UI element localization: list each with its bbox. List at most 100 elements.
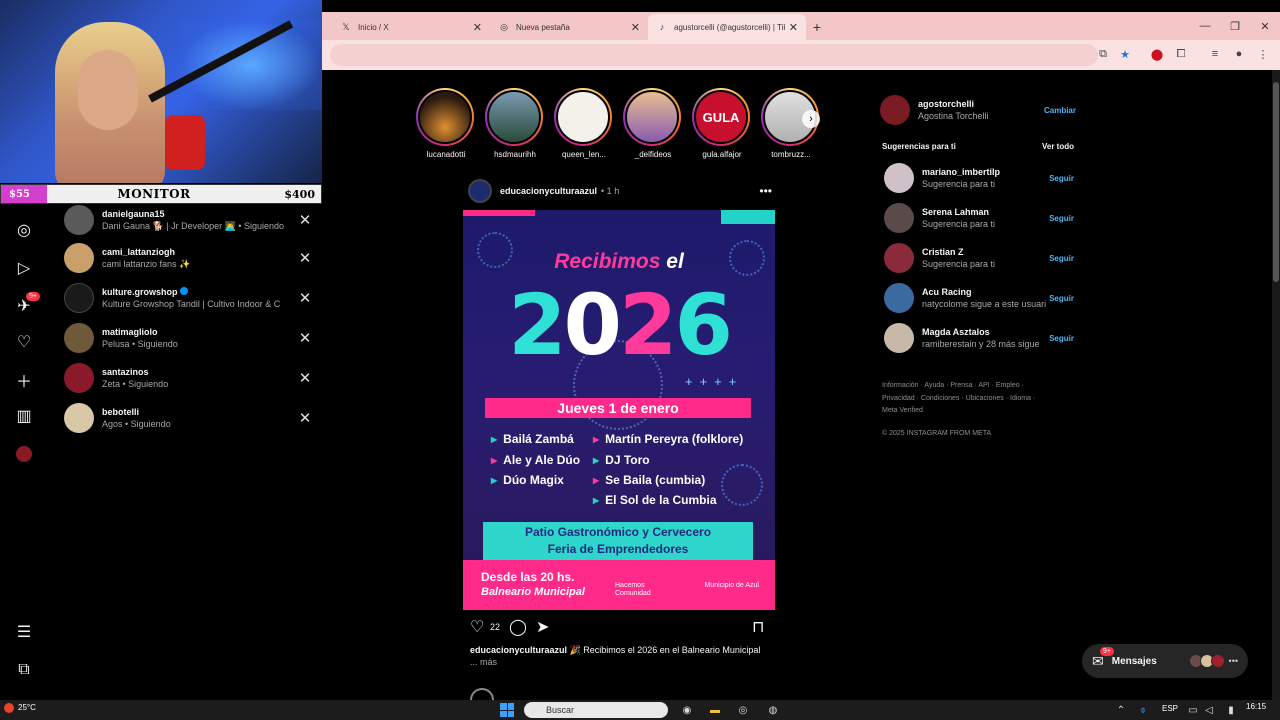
story-item[interactable]: hsdmaurihh	[485, 88, 545, 159]
weather-icon[interactable]	[4, 703, 14, 713]
battery-icon[interactable]: ▮	[1224, 703, 1238, 717]
recent-item[interactable]: cami_lattanziogh cami lattanzio fans ✨ ✕	[64, 242, 320, 274]
browser-menu-icon[interactable]: ⋮	[1256, 47, 1270, 61]
suggestion-avatar[interactable]	[884, 243, 914, 273]
dashboard-icon[interactable]: ▥	[14, 406, 34, 426]
recent-item[interactable]: danielgauna15 Dani Gauna 🐕 | Jr Developer…	[64, 204, 320, 236]
recent-item[interactable]: santazinos Zeta • Siguiendo ✕	[64, 362, 320, 394]
remove-recent-icon[interactable]: ✕	[298, 369, 312, 387]
explore-compass-icon[interactable]: ◎	[14, 220, 34, 240]
footer-links[interactable]: Información · Ayuda · Prensa · API · Emp…	[882, 380, 1072, 418]
suggestion-username[interactable]: Magda Asztalos	[922, 327, 1049, 337]
caption-text: 🎉 Recibimos el 2026 en el Balneario Muni…	[567, 645, 761, 655]
close-tab-icon[interactable]: ✕	[631, 21, 640, 34]
footer-line[interactable]: Meta Verified	[882, 405, 1072, 418]
suggestion-avatar[interactable]	[884, 163, 914, 193]
story-item[interactable]: GULA gula.alfajor	[692, 88, 752, 159]
post-author[interactable]: educacionyculturaazul	[500, 186, 597, 196]
opera-extension-icon[interactable]: ⬤	[1150, 47, 1164, 61]
story-item[interactable]: queen_len...	[554, 88, 614, 159]
see-all-link[interactable]: Ver todo	[1042, 142, 1074, 151]
like-heart-icon[interactable]: ♡	[470, 617, 484, 637]
recent-username: santazinos	[102, 367, 149, 377]
chrome-icon[interactable]: ◉	[680, 703, 694, 717]
clock-time[interactable]: 16:15	[1246, 702, 1266, 711]
taskbar-search[interactable]: Buscar	[524, 702, 668, 718]
minimize-icon[interactable]: —	[1190, 12, 1220, 40]
notifications-heart-icon[interactable]: ♡	[14, 332, 34, 352]
post-author-avatar[interactable]	[468, 179, 492, 203]
post-image[interactable]: Recibimos el 2026 ++++ Jueves 1 de enero…	[463, 210, 775, 610]
remove-recent-icon[interactable]: ✕	[298, 249, 312, 267]
menu-hamburger-icon[interactable]: ☰	[14, 622, 34, 642]
suggestion-avatar[interactable]	[884, 323, 914, 353]
follow-button[interactable]: Seguir	[1049, 334, 1074, 343]
scrollbar-thumb[interactable]	[1273, 82, 1279, 282]
extensions-icon[interactable]: ⧠	[1174, 47, 1188, 61]
address-bar[interactable]	[330, 44, 1098, 66]
weather-temp[interactable]: 25°C	[18, 703, 36, 712]
caption-more-link[interactable]: ... más	[470, 657, 497, 667]
footer-line[interactable]: Privacidad · Condiciones · Ubicaciones ·…	[882, 393, 1072, 406]
more-options-icon[interactable]: •••	[759, 184, 772, 198]
volume-icon[interactable]: ◁	[1202, 703, 1216, 717]
like-count[interactable]: 22	[490, 622, 500, 632]
save-bookmark-icon[interactable]: ⊓	[752, 617, 764, 637]
new-tab-button[interactable]: +	[806, 14, 828, 40]
share-icon[interactable]: ➤	[536, 617, 549, 637]
profile-avatar-icon[interactable]	[14, 444, 34, 464]
suggestion-username[interactable]: Serena Lahman	[922, 207, 1049, 217]
windows-start-icon[interactable]	[500, 703, 514, 717]
recent-item[interactable]: bebotelli Agos • Siguiendo ✕	[64, 402, 320, 434]
stories-next-icon[interactable]: ›	[802, 110, 820, 128]
close-tab-icon[interactable]: ✕	[789, 21, 798, 34]
follow-button[interactable]: Seguir	[1049, 294, 1074, 303]
monitor-title: MONITOR	[117, 187, 191, 201]
tab-inicio-x[interactable]: 𝕏 Inicio / X ✕	[332, 14, 490, 40]
story-item[interactable]: _delfideos	[623, 88, 683, 159]
display-icon[interactable]: ▭	[1186, 703, 1200, 717]
follow-button[interactable]: Seguir	[1049, 214, 1074, 223]
story-item[interactable]: lucanadotti	[416, 88, 476, 159]
tab-tiktok[interactable]: ♪ agustorcelli (@agustorcelli) | Tik ✕	[648, 14, 806, 40]
follow-button[interactable]: Seguir	[1049, 174, 1074, 183]
reels-icon[interactable]: ▷	[14, 258, 34, 278]
install-app-icon[interactable]: ⧉	[1096, 47, 1110, 61]
caption-username[interactable]: educacionyculturaazul	[470, 645, 567, 655]
account-username[interactable]: agostorchelli	[918, 99, 1044, 109]
suggestion-username[interactable]: Acu Racing	[922, 287, 1049, 297]
page-scrollbar[interactable]	[1272, 70, 1280, 700]
more-apps-icon[interactable]: ⧉	[14, 660, 34, 680]
tray-chevron-icon[interactable]: ⌃	[1114, 703, 1128, 717]
messages-button[interactable]: ✉ 9+ Mensajes •••	[1082, 644, 1248, 678]
mic-tray-icon[interactable]: ⌽	[1136, 703, 1150, 717]
obs-icon[interactable]: ◍	[766, 703, 780, 717]
create-plus-icon[interactable]: ＋	[14, 370, 34, 391]
remove-recent-icon[interactable]: ✕	[298, 329, 312, 347]
restore-icon[interactable]: ❐	[1220, 12, 1250, 40]
recent-item[interactable]: matimagliolo Pelusa • Siguiendo ✕	[64, 322, 320, 354]
comment-icon[interactable]: ◯	[509, 617, 527, 637]
suggestion-avatar[interactable]	[884, 283, 914, 313]
remove-recent-icon[interactable]: ✕	[298, 409, 312, 427]
remove-recent-icon[interactable]: ✕	[298, 289, 312, 307]
follow-button[interactable]: Seguir	[1049, 254, 1074, 263]
file-explorer-icon[interactable]: ▬	[708, 703, 722, 717]
steam-icon[interactable]: ◎	[736, 703, 750, 717]
profile-icon[interactable]: ●	[1232, 47, 1246, 61]
tab-nueva-pestana[interactable]: ◎ Nueva pestaña ✕	[490, 14, 648, 40]
close-window-icon[interactable]: ✕	[1250, 12, 1280, 40]
suggestion-username[interactable]: mariano_imbertilp	[922, 167, 1049, 177]
suggestion-avatar[interactable]	[884, 203, 914, 233]
remove-recent-icon[interactable]: ✕	[298, 211, 312, 229]
close-tab-icon[interactable]: ✕	[473, 21, 482, 34]
account-avatar[interactable]	[880, 95, 910, 125]
footer-line[interactable]: Información · Ayuda · Prensa · API · Emp…	[882, 380, 1072, 393]
language-indicator[interactable]: ESP	[1162, 704, 1178, 713]
recent-item[interactable]: kulture.growshop Kulture Growshop Tandil …	[64, 282, 320, 314]
suggestion-username[interactable]: Cristian Z	[922, 247, 1049, 257]
bookmark-star-icon[interactable]: ★	[1118, 47, 1132, 61]
messages-nav-icon[interactable]: ✈ 9+	[14, 292, 40, 316]
reading-list-icon[interactable]: ≡	[1208, 47, 1222, 61]
switch-account-link[interactable]: Cambiar	[1044, 106, 1076, 115]
